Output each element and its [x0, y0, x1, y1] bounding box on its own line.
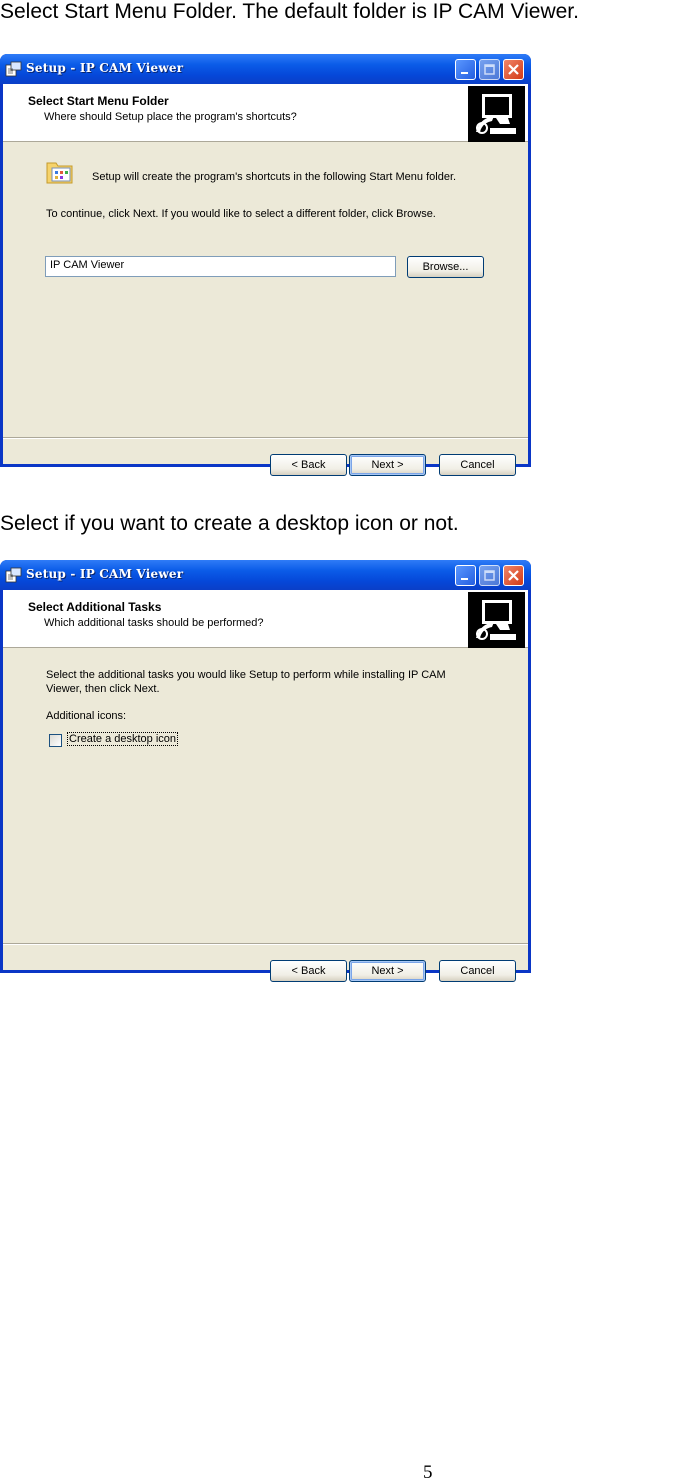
window-title: Setup - IP CAM Viewer	[26, 61, 184, 75]
next-button[interactable]: Next >	[349, 960, 426, 982]
caption-start-menu: Select Start Menu Folder. The default fo…	[0, 0, 579, 23]
info-text: Setup will create the program's shortcut…	[92, 171, 457, 183]
back-button[interactable]: < Back	[270, 960, 347, 982]
next-button[interactable]: Next >	[349, 454, 426, 476]
close-button[interactable]	[503, 59, 524, 80]
start-menu-folder-input[interactable]: IP CAM Viewer	[45, 256, 396, 277]
setup-app-icon	[5, 61, 22, 77]
start-menu-folder-icon	[46, 162, 73, 184]
dialog-body: Select Start Menu Folder Where should Se…	[3, 84, 528, 476]
close-button[interactable]	[503, 565, 524, 586]
title-bar[interactable]: Setup - IP CAM Viewer	[0, 54, 531, 84]
maximize-button[interactable]	[479, 59, 500, 80]
minimize-icon	[461, 72, 468, 74]
minimize-button[interactable]	[455, 565, 476, 586]
close-icon	[508, 570, 519, 581]
page-subtitle: Which additional tasks should be perform…	[44, 617, 264, 629]
page-title: Select Additional Tasks	[28, 600, 162, 614]
maximize-button[interactable]	[479, 565, 500, 586]
page-title: Select Start Menu Folder	[28, 94, 169, 108]
close-icon	[508, 64, 519, 75]
desktop-icon-checkbox[interactable]	[49, 734, 62, 747]
setup-app-icon	[5, 567, 22, 583]
title-bar[interactable]: Setup - IP CAM Viewer	[0, 560, 531, 590]
wizard-header: Select Start Menu Folder Where should Se…	[3, 84, 528, 142]
computer-install-icon	[468, 592, 525, 648]
instruction-text: To continue, click Next. If you would li…	[46, 208, 436, 220]
computer-install-icon	[468, 86, 525, 142]
cancel-button[interactable]: Cancel	[439, 960, 516, 982]
browse-button[interactable]: Browse...	[407, 256, 484, 278]
dialog-body: Select Additional Tasks Which additional…	[3, 590, 528, 982]
footer-separator	[3, 437, 528, 439]
window-title: Setup - IP CAM Viewer	[26, 567, 184, 581]
minimize-button[interactable]	[455, 59, 476, 80]
maximize-icon	[484, 64, 495, 75]
desktop-icon-checkbox-label[interactable]: Create a desktop icon	[67, 732, 179, 746]
footer-separator	[3, 943, 528, 945]
caption-desktop-icon: Select if you want to create a desktop i…	[0, 512, 459, 535]
minimize-icon	[461, 578, 468, 580]
setup-window-additional-tasks: Setup - IP CAM Viewer Select Additional …	[0, 560, 531, 982]
instruction-text: Select the additional tasks you would li…	[46, 669, 446, 695]
wizard-header: Select Additional Tasks Which additional…	[3, 590, 528, 648]
group-label: Additional icons:	[46, 710, 127, 722]
maximize-icon	[484, 570, 495, 581]
cancel-button[interactable]: Cancel	[439, 454, 516, 476]
setup-window-start-menu: Setup - IP CAM Viewer Select Start Menu …	[0, 54, 531, 476]
back-button[interactable]: < Back	[270, 454, 347, 476]
page-number: 5	[423, 1462, 433, 1483]
page-subtitle: Where should Setup place the program's s…	[44, 111, 297, 123]
